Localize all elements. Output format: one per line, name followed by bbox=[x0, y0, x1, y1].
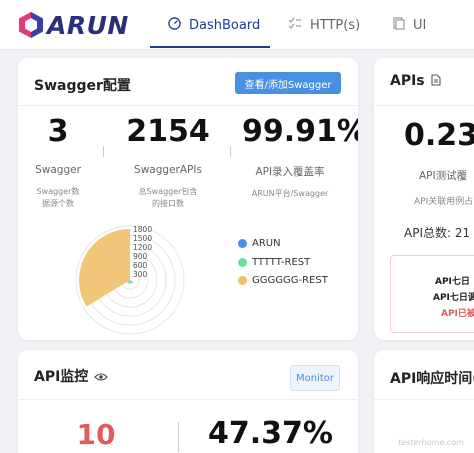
stat-separator bbox=[103, 146, 104, 157]
active-tab-indicator bbox=[150, 46, 270, 48]
coverage-rate-desc: ARUN平台/Swagger bbox=[251, 189, 329, 198]
legend-dot bbox=[238, 239, 247, 248]
pages-icon bbox=[393, 16, 405, 34]
api-monitor-card: API监控 Monitor 10 47.37% bbox=[18, 350, 358, 453]
swagger-apis-label: SwaggerAPIs bbox=[134, 164, 202, 176]
polar-bar-gggggg-rest[interactable] bbox=[79, 229, 130, 307]
monitor-card-header: API监控 bbox=[34, 366, 109, 386]
legend-dot bbox=[238, 258, 247, 267]
api-case-ratio-desc: API关联用例占 bbox=[414, 197, 474, 207]
polar-tick-label: 1500 bbox=[133, 234, 152, 243]
dashboard-gauge-icon bbox=[168, 16, 181, 34]
coverage-rate-value: 99.91% bbox=[242, 114, 358, 149]
swagger-card-title: Swagger配置 bbox=[34, 78, 131, 94]
legend-dot bbox=[238, 276, 247, 285]
tab-dashboard-label: DashBoard bbox=[189, 17, 261, 33]
stat-separator bbox=[230, 146, 231, 157]
card-divider bbox=[18, 399, 358, 400]
warning-line: API七日 bbox=[435, 277, 470, 287]
brand-logo[interactable]: ARUN bbox=[18, 9, 129, 41]
swagger-count-value: 3 bbox=[47, 114, 69, 149]
top-navbar: ARUN DashBoard HTTP(s) UI bbox=[0, 0, 474, 50]
legend-label: ARUN bbox=[252, 238, 281, 249]
warning-line-danger: API已被 bbox=[441, 309, 474, 319]
legend-label: GGGGGG-REST bbox=[252, 275, 328, 286]
swagger-polar-chart: 180015001200900600300 bbox=[75, 225, 185, 335]
polar-tick-label: 1200 bbox=[133, 243, 152, 252]
apis-card-header: APIs bbox=[390, 71, 441, 90]
legend-item-ttttt-rest[interactable]: TTTTT-REST bbox=[238, 257, 310, 268]
api-total-count: API总数: 21 bbox=[404, 226, 471, 240]
api-test-coverage-value: 0.23 bbox=[404, 118, 474, 153]
api-warning-box: API七日 API七日调 API已被 bbox=[390, 255, 474, 333]
legend-item-gggggg-rest[interactable]: GGGGGG-REST bbox=[238, 275, 328, 286]
polar-tick-label: 900 bbox=[133, 252, 148, 261]
card-divider bbox=[18, 105, 358, 106]
monitor-rate-value: 47.37% bbox=[208, 416, 333, 451]
document-icon[interactable] bbox=[431, 71, 441, 90]
swagger-apis-value: 2154 bbox=[126, 114, 210, 149]
swagger-apis-desc: 总Swagger包含 的接口数 bbox=[138, 187, 198, 208]
monitor-count-value: 10 bbox=[76, 418, 116, 451]
swagger-count-desc: Swagger数 据源个数 bbox=[36, 187, 80, 208]
swagger-count-label: Swagger bbox=[35, 164, 81, 176]
view-add-swagger-button[interactable]: 查看/添加Swagger bbox=[235, 72, 341, 94]
tab-dashboard[interactable]: DashBoard bbox=[168, 0, 260, 50]
response-card-title: API响应时间(秒 bbox=[390, 371, 474, 387]
brand-name: ARUN bbox=[47, 10, 129, 40]
card-divider bbox=[374, 399, 474, 400]
eye-icon[interactable] bbox=[94, 367, 109, 386]
tab-http-label: HTTP(s) bbox=[310, 17, 361, 33]
checklist-icon bbox=[288, 17, 302, 33]
tab-ui-label: UI bbox=[413, 17, 427, 33]
swagger-card: Swagger配置 查看/添加Swagger 3 Swagger Swagger… bbox=[18, 58, 358, 340]
tab-ui[interactable]: UI bbox=[393, 0, 426, 50]
watermark-text: testerhome.com bbox=[398, 438, 464, 447]
legend-item-arun[interactable]: ARUN bbox=[238, 238, 281, 249]
tab-http[interactable]: HTTP(s) bbox=[288, 0, 360, 50]
monitor-card-title: API监控 bbox=[34, 369, 89, 385]
legend-label: TTTTT-REST bbox=[252, 257, 311, 268]
warning-line: API七日调 bbox=[433, 293, 474, 303]
hexagon-logo-icon bbox=[19, 12, 43, 38]
apis-card: APIs 0.23 API测试覆 API关联用例占 API总数: 21 API七… bbox=[374, 58, 474, 340]
polar-tick-label: 300 bbox=[133, 270, 148, 279]
polar-tick-label: 1800 bbox=[133, 225, 152, 234]
apis-card-title: APIs bbox=[390, 72, 425, 89]
card-divider bbox=[374, 105, 474, 106]
coverage-rate-label: API录入覆盖率 bbox=[255, 166, 325, 178]
api-test-coverage-label: API测试覆 bbox=[419, 170, 468, 182]
polar-tick-label: 600 bbox=[133, 261, 148, 270]
monitor-button[interactable]: Monitor bbox=[290, 365, 340, 391]
stat-separator bbox=[178, 422, 179, 452]
